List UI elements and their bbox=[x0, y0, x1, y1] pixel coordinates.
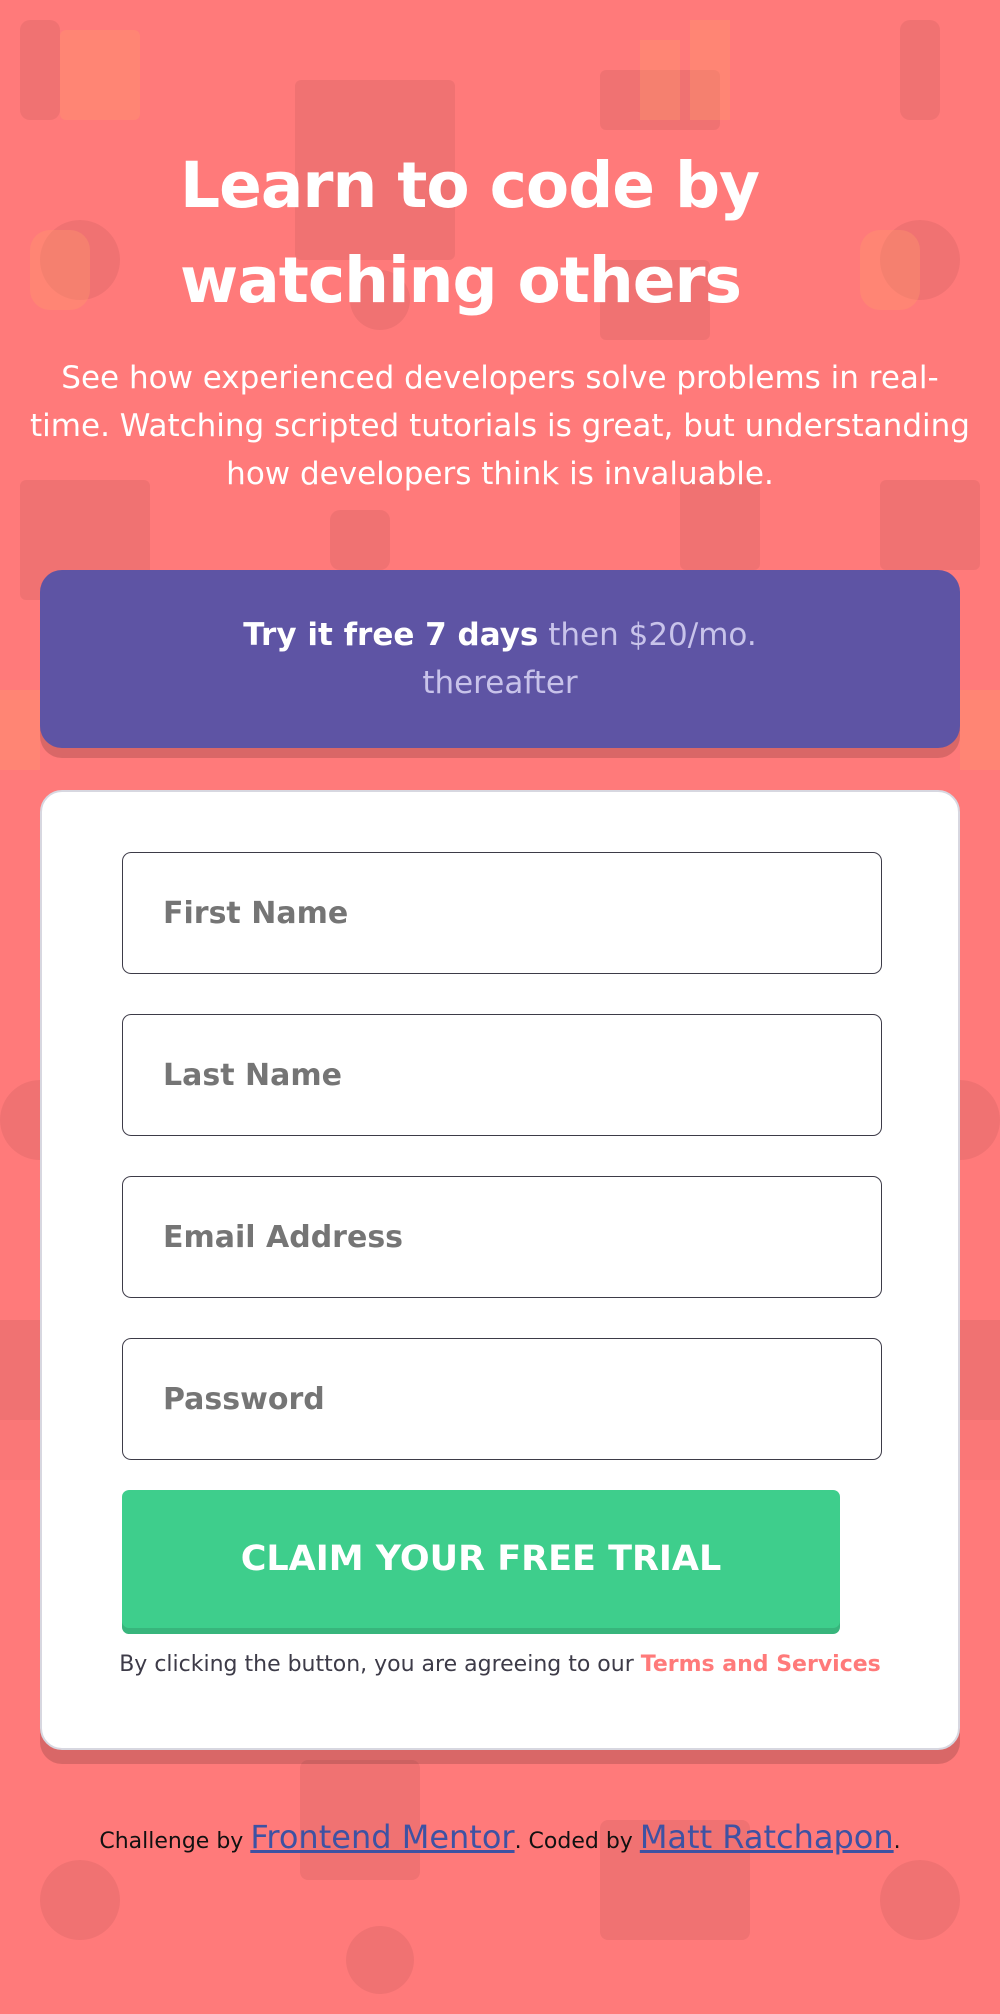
attribution-suffix: . bbox=[893, 1829, 901, 1854]
terms-prefix: By clicking the button, you are agreeing… bbox=[119, 1652, 641, 1677]
offer-highlight: Try it free 7 days bbox=[243, 617, 539, 653]
offer-banner: Try it free 7 days then $20/mo. thereaft… bbox=[40, 570, 960, 748]
attribution: Challenge by Frontend Mentor. Coded by M… bbox=[0, 1818, 1000, 1856]
offer-text: Try it free 7 days then $20/mo. thereaft… bbox=[180, 611, 820, 707]
first-name-field[interactable] bbox=[122, 852, 882, 974]
frontend-mentor-link[interactable]: Frontend Mentor bbox=[250, 1818, 514, 1856]
terms-note: By clicking the button, you are agreeing… bbox=[42, 1652, 958, 1677]
hero-title: Learn to code by watching others bbox=[180, 149, 760, 317]
email-field[interactable] bbox=[122, 1176, 882, 1298]
terms-link[interactable]: Terms and Services bbox=[641, 1652, 881, 1677]
password-field[interactable] bbox=[122, 1338, 882, 1460]
author-link[interactable]: Matt Ratchapon bbox=[640, 1818, 894, 1856]
last-name-field[interactable] bbox=[122, 1014, 882, 1136]
hero-description: See how experienced developers solve pro… bbox=[30, 360, 970, 492]
page-content: Learn to code by watching others See how… bbox=[0, 0, 1000, 2014]
attribution-prefix: Challenge by bbox=[99, 1829, 251, 1854]
signup-form: CLAIM YOUR FREE TRIAL By clicking the bu… bbox=[40, 790, 960, 1750]
claim-trial-button[interactable]: CLAIM YOUR FREE TRIAL bbox=[122, 1490, 840, 1628]
attribution-middle: . Coded by bbox=[514, 1829, 640, 1854]
